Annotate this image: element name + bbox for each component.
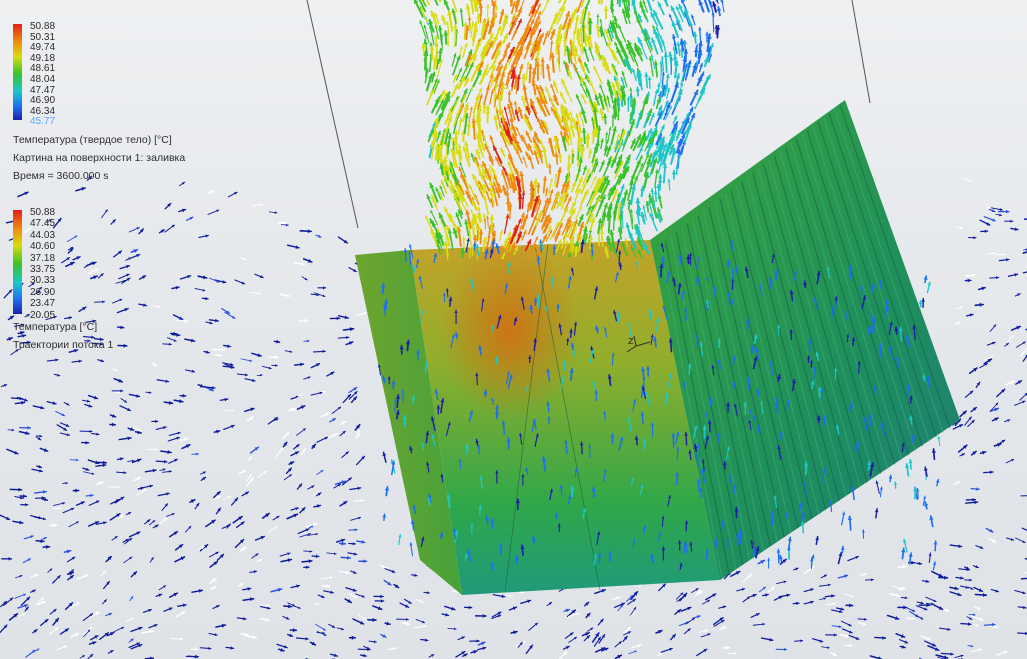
legend-tick: 26.90 [30,286,56,298]
legend-tick: 49.74 [30,42,56,54]
legend-tick: 49.18 [30,52,56,64]
svg-text:Z: Z [628,337,634,346]
surface-plot-label: Картина на поверхности 1: заливка [13,152,186,164]
legend-tick: 30.33 [30,275,56,287]
legend-tick: 33.75 [30,264,56,275]
legend-tick: 50.31 [30,31,56,43]
legend-tick: 40.60 [30,241,56,253]
legend-tick: 44.03 [30,229,56,241]
legend-tick: 47.47 [30,84,56,96]
legend-tick: 47.45 [30,218,56,230]
colormap-bar [13,24,22,120]
legend-tick: 46.90 [30,95,56,107]
legend-tick: 50.88 [30,207,56,218]
legend-solid-quantity-label: Температура (твердое тело) [°C] [13,134,172,146]
simulation-viewport[interactable]: Z 50.88 50.31 49.74 49.18 48.61 48.04 47… [0,0,1027,659]
colormap-bar [13,210,22,314]
legend-tick: 48.04 [30,74,56,85]
legend-tick: 20.05 [30,309,56,321]
legend-tick: 37.18 [30,252,56,264]
suspension-wire-right [851,0,871,104]
legend-tick: 48.61 [30,63,56,75]
legend-fluid-quantity-label: Температура [°C] [13,321,98,333]
flow-simulation-scene[interactable]: Z [0,0,1027,659]
legend-tick: 45.77 [30,116,56,128]
flow-trajectories-label: Траектории потока 1 [13,339,114,351]
time-label: Время = 3600.000 s [13,170,109,182]
suspension-wire-left [306,0,359,229]
legend-tick: 23.47 [30,298,56,310]
legend-tick: 50.88 [30,21,56,32]
legend-tick: 46.34 [30,105,56,117]
